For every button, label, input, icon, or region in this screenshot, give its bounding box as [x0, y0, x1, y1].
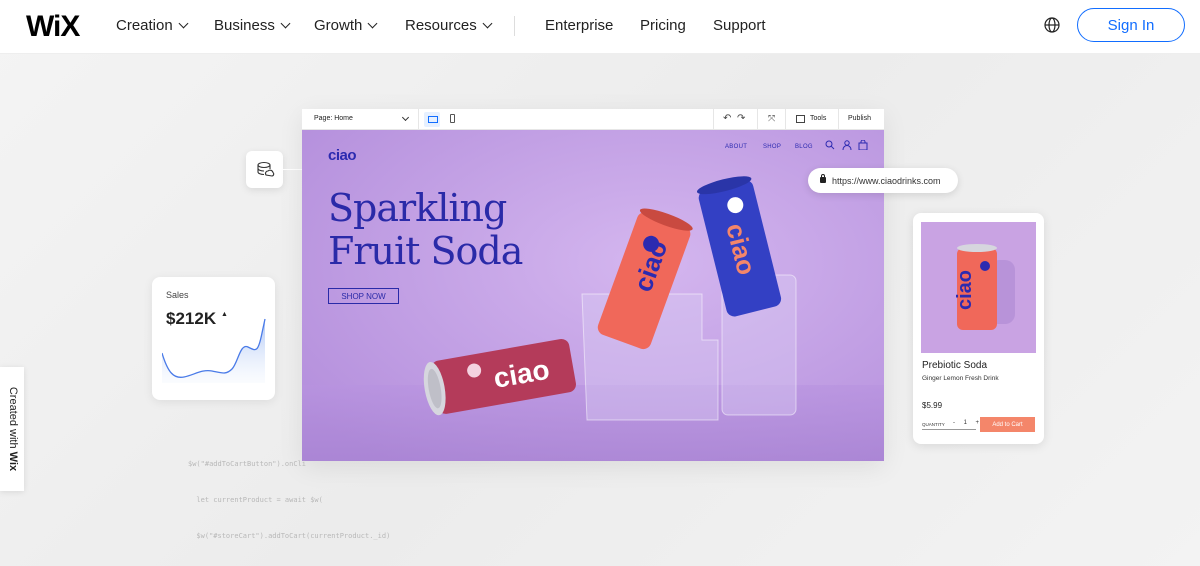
svg-text:ciao: ciao — [954, 270, 976, 310]
product-description: Ginger Lemon Fresh Drink — [922, 375, 999, 382]
chevron-down-icon — [280, 18, 291, 29]
url-bar: https://www.ciaodrinks.com — [808, 168, 958, 193]
nav-item-business[interactable]: Business — [214, 17, 291, 34]
code-line: $w("#addToCartButton").onCli — [188, 460, 307, 468]
nav-item-label: Business — [214, 17, 275, 34]
sales-widget: Sales $212K ▲ — [152, 277, 275, 400]
search-icon[interactable] — [825, 140, 835, 150]
editor-preview: ciao ciao ciao Page: Home ↶ ↷ ⤧ Tools Pu… — [302, 109, 884, 461]
nav-item-pricing[interactable]: Pricing — [640, 17, 686, 34]
database-icon — [257, 161, 275, 177]
redo-icon[interactable]: ↷ — [737, 113, 745, 124]
quantity-stepper[interactable]: - 1 + — [953, 420, 979, 426]
created-with-prefix: Created with — [7, 386, 19, 449]
sales-label: Sales — [166, 290, 189, 300]
quantity-minus-button[interactable]: - — [953, 420, 955, 426]
sales-sparkline — [162, 318, 266, 383]
site-nav-blog[interactable]: BLOG — [795, 144, 813, 150]
nav-item-resources[interactable]: Resources — [405, 17, 493, 34]
nav-item-growth[interactable]: Growth — [314, 17, 378, 34]
undo-icon[interactable]: ↶ — [723, 113, 731, 124]
chevron-down-icon — [367, 18, 378, 29]
nav-divider — [514, 16, 515, 36]
wix-logo[interactable]: WiX — [26, 10, 80, 44]
code-line: let currentProduct = await $w( — [188, 496, 323, 504]
tools-button[interactable]: Tools — [810, 115, 826, 122]
nav-item-label: Support — [713, 17, 766, 34]
product-image[interactable]: ciao — [921, 222, 1036, 353]
lock-icon — [820, 174, 826, 183]
database-card — [246, 151, 283, 188]
quantity-plus-button[interactable]: + — [975, 420, 979, 426]
editor-toolbar: Page: Home ↶ ↷ ⤧ Tools Publish — [302, 109, 884, 130]
sign-in-button[interactable]: Sign In — [1077, 8, 1185, 42]
nav-item-label: Resources — [405, 17, 477, 34]
page-selector[interactable]: Page: Home — [314, 115, 353, 122]
nav-item-support[interactable]: Support — [713, 17, 766, 34]
nav-item-creation[interactable]: Creation — [116, 17, 189, 34]
created-with-label: Created with Wix — [7, 387, 19, 471]
shop-now-button[interactable]: SHOP NOW — [328, 288, 399, 304]
tools-icon[interactable] — [796, 115, 805, 123]
quantity-value: 1 — [963, 420, 967, 426]
site-nav-shop[interactable]: SHOP — [763, 144, 781, 150]
chevron-down-icon[interactable] — [401, 113, 410, 122]
mobile-view-icon[interactable] — [450, 114, 455, 123]
user-icon[interactable] — [842, 140, 852, 150]
product-name: Prebiotic Soda — [922, 360, 988, 371]
quantity-underline — [922, 429, 976, 430]
add-to-cart-button[interactable]: Add to Cart — [980, 417, 1035, 432]
connector-line — [283, 169, 303, 170]
nav-item-label: Enterprise — [545, 17, 614, 34]
created-with-wix-tab[interactable]: Created with Wix — [0, 367, 24, 491]
site-nav-about[interactable]: ABOUT — [725, 144, 747, 150]
created-with-brand: Wix — [7, 451, 19, 472]
top-nav: WiX Creation Business Growth Resources E… — [0, 0, 1200, 54]
site-logo[interactable]: ciao — [328, 147, 357, 164]
quantity-label: QUANTITY — [922, 422, 945, 427]
code-line: $w("#storeCart").addToCart(currentProduc… — [188, 532, 391, 540]
toolbar-divider — [757, 109, 758, 130]
chevron-down-icon — [178, 18, 189, 29]
chevron-down-icon — [482, 18, 493, 29]
hero-title-line: Fruit Soda — [328, 229, 523, 273]
hero-title: Sparkling Fruit Soda — [328, 187, 588, 273]
product-widget: ciao Prebiotic Soda Ginger Lemon Fresh D… — [913, 213, 1044, 444]
zoom-fit-icon[interactable]: ⤧ — [768, 113, 775, 124]
hero-title-line: Sparkling — [328, 186, 507, 230]
nav-item-label: Pricing — [640, 17, 686, 34]
globe-icon[interactable] — [1043, 16, 1061, 34]
nav-item-label: Growth — [314, 17, 363, 34]
toolbar-divider — [838, 109, 839, 130]
product-price: $5.99 — [922, 401, 943, 410]
nav-item-enterprise[interactable]: Enterprise — [545, 17, 613, 34]
toolbar-divider — [785, 109, 786, 130]
desktop-view-icon[interactable] — [424, 112, 440, 127]
toolbar-divider — [418, 109, 419, 130]
code-snippet: $w("#addToCartButton").onCli let current… — [188, 434, 390, 566]
url-text: https://www.ciaodrinks.com — [832, 175, 941, 186]
cart-icon[interactable] — [858, 140, 868, 150]
toolbar-divider — [713, 109, 714, 130]
nav-item-label: Creation — [116, 17, 173, 34]
publish-button[interactable]: Publish — [848, 115, 871, 122]
